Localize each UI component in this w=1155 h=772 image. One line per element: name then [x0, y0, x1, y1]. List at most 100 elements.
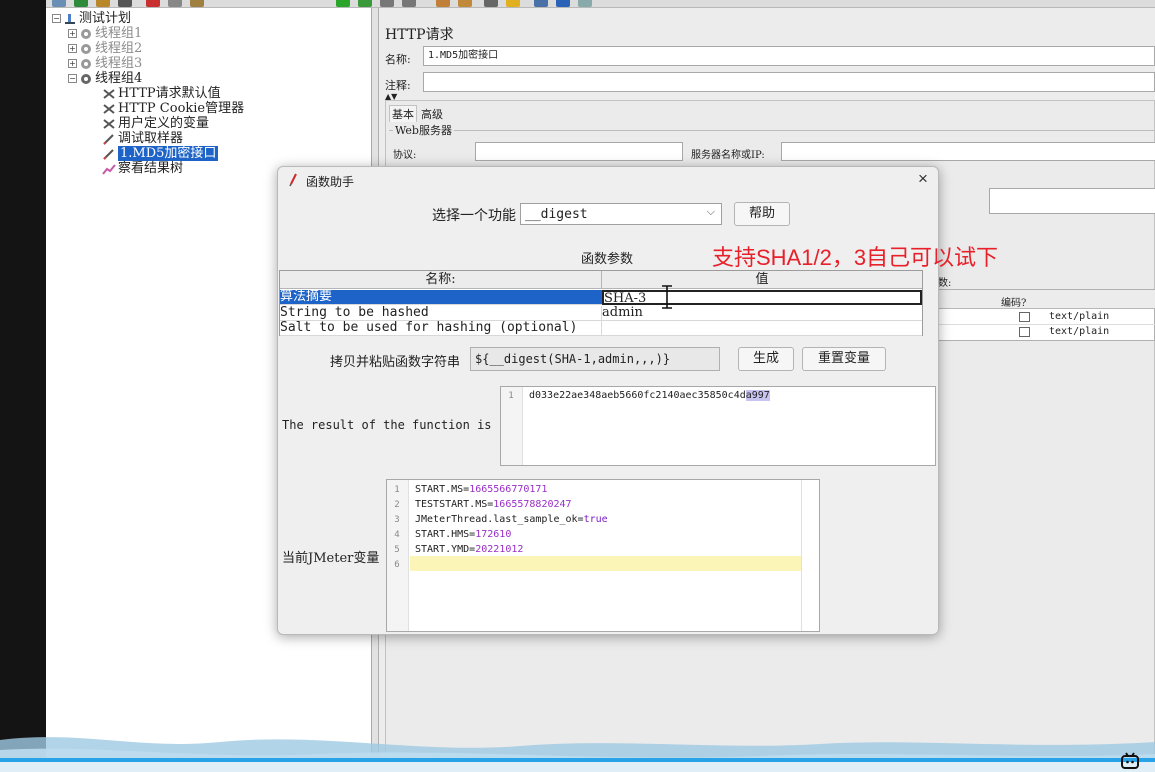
encode-checkbox[interactable] [1019, 327, 1030, 337]
tree-item-http-defaults[interactable]: HTTP请求默认值 [102, 86, 221, 101]
name-label: 名称: [385, 53, 411, 66]
generate-button[interactable]: 生成 [738, 347, 794, 371]
comment-label: 注释: [385, 79, 411, 92]
config-element-icon [103, 118, 115, 129]
tree-item-results-tree[interactable]: 察看结果树 [102, 161, 183, 176]
start-icon[interactable] [336, 0, 350, 7]
stop-icon[interactable] [380, 0, 394, 7]
listener-chart-icon [102, 163, 116, 175]
tree-root[interactable]: − 测试计划 [52, 11, 131, 26]
result-box[interactable]: 1 d033e22ae348aeb5660fc2140aec35850c4da9… [500, 386, 936, 466]
reset-search-icon[interactable] [506, 0, 520, 7]
help-icon[interactable] [556, 0, 570, 7]
thread-group-icon [81, 43, 91, 54]
tree-item-cookie-manager[interactable]: HTTP Cookie管理器 [102, 101, 244, 116]
video-left-border [0, 0, 46, 772]
content-type-cell: text/plain [1049, 326, 1110, 337]
var-line: START.MS=1665566770171 [415, 484, 548, 495]
var-line: START.YMD=20221012 [415, 544, 524, 555]
panel-title: HTTP请求 [385, 27, 454, 43]
new-icon[interactable] [52, 0, 66, 7]
server-label: 服务器名称或IP: [691, 150, 765, 161]
param-name-cell[interactable]: Salt to be used for hashing (optional) [280, 321, 602, 336]
test-plan-icon [65, 13, 75, 24]
params-label: 数: [938, 278, 952, 289]
select-function-label: 选择一个功能 [432, 208, 516, 224]
sampler-pen-icon [103, 148, 114, 160]
copy-paste-label: 拷贝并粘贴函数字符串 [330, 355, 461, 370]
protocol-label: 协议: [393, 150, 417, 161]
start-no-pause-icon[interactable] [358, 0, 372, 7]
function-select[interactable]: __digest ⌵ [520, 203, 722, 225]
function-helper-icon[interactable] [534, 0, 548, 7]
server-field[interactable] [781, 142, 1155, 161]
path-field[interactable] [989, 188, 1155, 214]
cut-icon[interactable] [146, 0, 160, 7]
function-params-table: 名称: 值 算法摘要 SHA-3 String to be hashed adm… [279, 270, 923, 336]
comment-field[interactable] [423, 72, 1155, 92]
param-name-cell[interactable]: String to be hashed [280, 306, 602, 321]
jmeter-vars-label: 当前JMeter变量 [282, 551, 380, 566]
thread-group-icon [81, 73, 91, 84]
tree-group-3[interactable]: + 线程组3 [68, 56, 142, 71]
tree-item-md5-interface[interactable]: 1.MD5加密接口 [102, 146, 219, 161]
thread-group-icon [81, 28, 91, 39]
bilibili-logo-icon [1121, 752, 1139, 769]
tree-group-2[interactable]: + 线程组2 [68, 41, 142, 56]
tree-item-user-variables[interactable]: 用户定义的变量 [102, 116, 209, 131]
current-line-highlight [410, 556, 802, 571]
function-string-field[interactable]: ${__digest(SHA-1,admin,,,)} [470, 347, 720, 371]
expand-icon[interactable]: + [68, 59, 77, 68]
close-icon[interactable]: × [918, 169, 928, 189]
thread-group-icon [81, 58, 91, 69]
dialog-titlebar[interactable]: 函数助手 × [278, 167, 938, 193]
open-icon[interactable] [96, 0, 110, 7]
toolbar [46, 0, 1155, 8]
tree-item-debug-sampler[interactable]: 调试取样器 [102, 131, 183, 146]
col-name-header: 名称: [280, 271, 602, 289]
result-text: d033e22ae348aeb5660fc2140aec35850c4da997 [529, 390, 770, 401]
var-line: JMeterThread.last_sample_ok=true [415, 514, 608, 525]
collapse-icon[interactable]: − [52, 14, 61, 23]
paste-icon[interactable] [190, 0, 204, 7]
jmeter-vars-box[interactable]: 1 START.MS=1665566770171 2 TESTSTART.MS=… [386, 479, 820, 632]
function-helper-dialog: 函数助手 × 选择一个功能 __digest ⌵ 帮助 函数参数 名称: 值 算… [277, 166, 939, 635]
param-value-input[interactable]: SHA-3 [602, 290, 922, 305]
text-cursor-icon [662, 285, 672, 309]
tree-group-1[interactable]: + 线程组1 [68, 26, 142, 41]
var-line: START.HMS=172610 [415, 529, 512, 540]
shutdown-icon[interactable] [402, 0, 416, 7]
name-field[interactable]: 1.MD5加密接口 [423, 46, 1155, 66]
tab-advanced[interactable]: 高级 [421, 106, 443, 122]
config-element-icon [103, 88, 115, 99]
protocol-field[interactable] [475, 142, 683, 161]
templates-icon[interactable] [74, 0, 88, 7]
config-element-icon [103, 103, 115, 114]
param-value-cell[interactable] [602, 321, 922, 336]
sampler-pen-icon [103, 133, 114, 145]
help-button[interactable]: 帮助 [734, 202, 790, 226]
content-type-cell: text/plain [1049, 311, 1110, 322]
clear-all-icon[interactable] [458, 0, 472, 7]
reset-variables-button[interactable]: 重置变量 [802, 347, 886, 371]
expand-icon[interactable]: + [68, 44, 77, 53]
dialog-title: 函数助手 [306, 175, 355, 189]
function-params-title: 函数参数 [581, 252, 634, 267]
tree-group-4[interactable]: − 线程组4 [68, 71, 142, 86]
tab-basic[interactable]: 基本 [389, 105, 417, 122]
expand-icon[interactable]: + [68, 29, 77, 38]
tutorial-annotation: 支持SHA1/2，3自己可以试下 [712, 245, 999, 270]
param-name-cell[interactable]: 算法摘要 [280, 290, 602, 305]
param-value-cell[interactable]: admin [602, 306, 922, 321]
copy-icon[interactable] [168, 0, 182, 7]
function-select-value: __digest [525, 207, 588, 222]
save-icon[interactable] [118, 0, 132, 7]
search-icon[interactable] [484, 0, 498, 7]
var-line: TESTSTART.MS=1665578820247 [415, 499, 572, 510]
clear-icon[interactable] [436, 0, 450, 7]
web-server-label: Web服务器 [393, 122, 454, 138]
collapse-icon[interactable]: − [68, 74, 77, 83]
encode-checkbox[interactable] [1019, 312, 1030, 322]
result-label: The result of the function is [282, 418, 492, 432]
remote-icon[interactable] [578, 0, 592, 7]
